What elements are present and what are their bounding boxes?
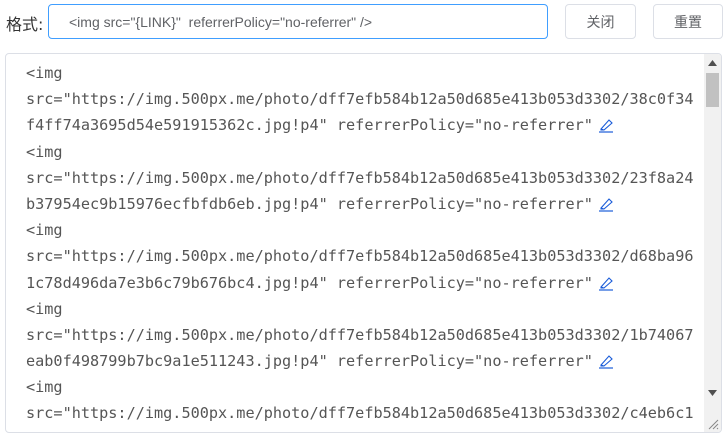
code-line: src="https://img.500px.me/photo/dff7efb5… xyxy=(26,404,694,423)
format-input[interactable] xyxy=(48,4,548,39)
edit-pen-icon[interactable] xyxy=(597,353,615,369)
edit-pen-icon[interactable] xyxy=(597,196,615,212)
code-line: src="https://img.500px.me/photo/dff7efb5… xyxy=(26,90,694,109)
code-line: <img xyxy=(26,299,63,318)
code-line: src="https://img.500px.me/photo/dff7efb5… xyxy=(26,168,694,187)
code-line: <img xyxy=(26,378,63,397)
output-textarea[interactable]: <img src="https://img.500px.me/photo/dff… xyxy=(5,53,722,433)
code-line-with-edit: eab0f498799b7bc9a1e511243.jpg!p4" referr… xyxy=(26,348,694,374)
code-line-text: f4ff74a3695d54e591915362c.jpg!p4" referr… xyxy=(26,116,593,135)
reset-button[interactable]: 重置 xyxy=(653,4,723,39)
format-label: 格式: xyxy=(6,15,44,34)
code-line: <img xyxy=(26,64,63,82)
code-line-with-edit: b37954ec9b15976ecfbfdb6eb.jpg!p4" referr… xyxy=(26,191,694,217)
code-line-with-edit: 1c78d496da7e3b6c79b676bc4.jpg!p4" referr… xyxy=(26,270,694,296)
code-line: src="https://img.500px.me/photo/dff7efb5… xyxy=(26,325,694,344)
edit-pen-icon[interactable] xyxy=(597,117,615,133)
scroll-up-arrow-icon[interactable] xyxy=(704,54,721,71)
code-line-text: b37954ec9b15976ecfbfdb6eb.jpg!p4" referr… xyxy=(26,194,593,213)
code-line: <img xyxy=(26,142,63,161)
edit-pen-icon[interactable] xyxy=(597,275,615,291)
scrollbar-thumb[interactable] xyxy=(706,73,719,107)
code-line-with-edit: f4ff74a3695d54e591915362c.jpg!p4" referr… xyxy=(26,112,694,138)
vertical-scrollbar[interactable] xyxy=(704,54,721,432)
format-toolbar: 格式: 关闭 重置 xyxy=(0,0,726,46)
code-line-text: eab0f498799b7bc9a1e511243.jpg!p4" referr… xyxy=(26,352,593,371)
output-content: <img src="https://img.500px.me/photo/dff… xyxy=(26,60,694,427)
code-line-text: 1c78d496da7e3b6c79b676bc4.jpg!p4" referr… xyxy=(26,273,593,292)
code-line: src="https://img.500px.me/photo/dff7efb5… xyxy=(26,247,694,266)
close-button[interactable]: 关闭 xyxy=(565,4,636,39)
resize-grip-icon[interactable] xyxy=(707,418,719,430)
code-line: <img xyxy=(26,221,63,240)
scroll-down-arrow-icon[interactable] xyxy=(704,384,721,401)
